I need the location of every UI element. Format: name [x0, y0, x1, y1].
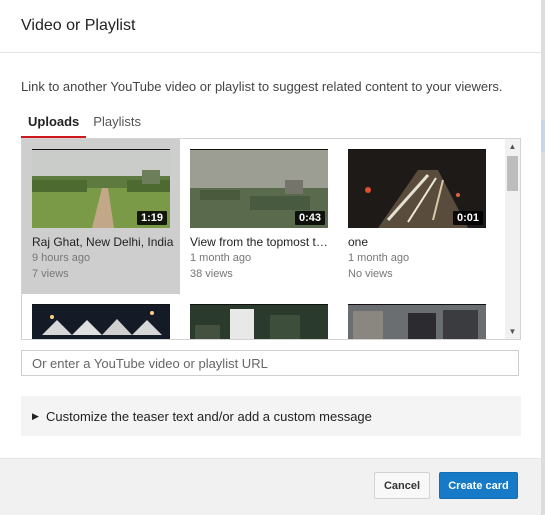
create-card-button[interactable]: Create card [439, 472, 518, 499]
video-title: View from the topmost terrace [190, 235, 332, 249]
video-or-playlist-dialog: Video or Playlist Link to another YouTub… [0, 0, 541, 515]
video-url-input[interactable] [21, 350, 519, 376]
video-age: 1 month ago [190, 252, 252, 264]
video-views: 7 views [32, 268, 69, 280]
video-thumbnail: 0:01 [348, 149, 486, 228]
dialog-footer: Cancel Create card [0, 458, 541, 515]
video-thumbnail [32, 304, 170, 339]
video-thumbnail: 1:19 [32, 149, 170, 228]
background-page-edge [541, 0, 545, 514]
video-card[interactable] [22, 294, 180, 339]
cancel-button[interactable]: Cancel [374, 472, 430, 499]
customize-label: Customize the teaser text and/or add a c… [46, 408, 372, 424]
video-age: 9 hours ago [32, 252, 91, 264]
expand-triangle-icon: ▶ [32, 410, 39, 421]
video-duration: 0:43 [294, 211, 325, 225]
video-thumbnail [190, 304, 328, 339]
video-thumbnail [348, 304, 486, 339]
video-duration: 0:01 [452, 211, 483, 225]
scrollbar-thumb[interactable] [507, 156, 518, 191]
video-card[interactable] [338, 294, 496, 339]
video-thumbnail: 0:43 [190, 149, 328, 228]
dialog-description: Link to another YouTube video or playlis… [21, 79, 503, 94]
dialog-header: Video or Playlist [0, 0, 541, 53]
video-age: 1 month ago [348, 252, 410, 264]
video-views: No views [348, 268, 393, 280]
tab-uploads[interactable]: Uploads [21, 112, 87, 139]
tab-bar: Uploads Playlists [21, 112, 148, 139]
video-card[interactable]: 0:01 one 1 month ago No views [338, 139, 496, 294]
customize-teaser-toggle[interactable]: ▶ Customize the teaser text and/or add a… [21, 396, 521, 436]
grid-scrollbar[interactable]: ▲ ▼ [505, 139, 520, 339]
video-views: 38 views [190, 268, 233, 280]
background-highlight [541, 120, 545, 152]
video-title: one [348, 235, 369, 249]
video-duration: 1:19 [136, 211, 167, 225]
tab-playlists[interactable]: Playlists [86, 112, 148, 136]
video-card[interactable]: 0:43 View from the topmost terrace 1 mon… [180, 139, 338, 294]
scroll-down-arrow-icon[interactable]: ▼ [505, 324, 520, 339]
dialog-title: Video or Playlist [21, 17, 136, 34]
video-grid[interactable]: 1:19 Raj Ghat, New Delhi, India 9 hours … [21, 138, 521, 340]
scroll-up-arrow-icon[interactable]: ▲ [505, 139, 520, 154]
video-card[interactable] [180, 294, 338, 339]
video-title: Raj Ghat, New Delhi, India [32, 235, 174, 249]
video-card[interactable]: 1:19 Raj Ghat, New Delhi, India 9 hours … [22, 139, 180, 294]
